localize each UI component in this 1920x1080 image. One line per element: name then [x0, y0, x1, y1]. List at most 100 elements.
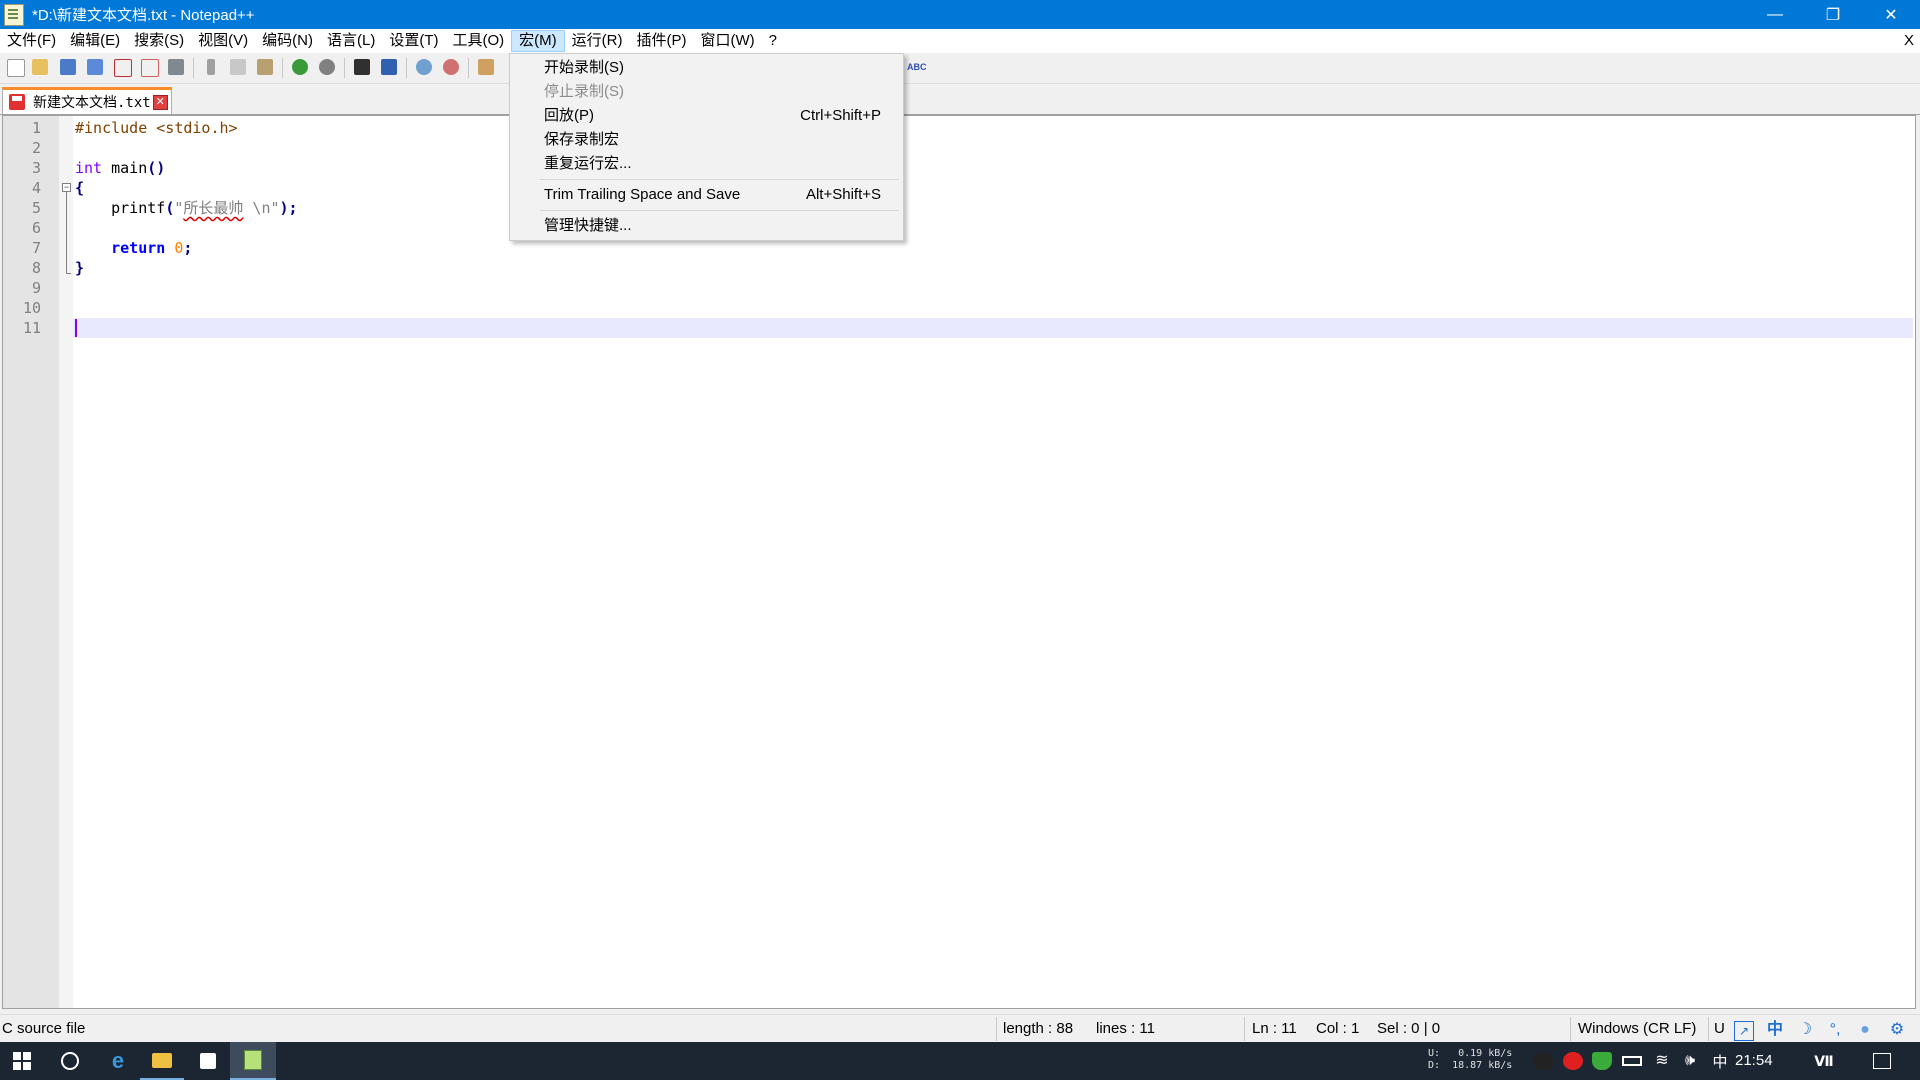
windows-logo-icon	[13, 1052, 31, 1070]
menu-settings[interactable]: 设置(T)	[382, 30, 445, 52]
zoom-out-icon[interactable]	[441, 57, 461, 77]
menu-edit[interactable]: 编辑(E)	[63, 30, 127, 52]
operator: (	[165, 199, 175, 217]
volume-icon[interactable]: 🕪	[1680, 1052, 1700, 1070]
menu-macro[interactable]: 宏(M)	[511, 30, 565, 52]
string-chinese-text: 所长最帅	[183, 199, 244, 217]
restore-button[interactable]: ❐	[1804, 0, 1862, 29]
ime-indicator[interactable]: 中	[1708, 1042, 1732, 1080]
status-selection: Sel : 0 | 0	[1377, 1020, 1441, 1037]
menu-bar: 文件(F) 编辑(E) 搜索(S) 视图(V) 编码(N) 语言(L) 设置(T…	[0, 29, 1920, 53]
menu-item-label: 回放(P)	[544, 107, 594, 124]
line-number: 3	[31, 159, 41, 177]
weibo-icon[interactable]	[1563, 1052, 1583, 1070]
taskbar-notepadpp[interactable]	[230, 1042, 276, 1080]
string-literal: \n"	[243, 199, 280, 217]
ime-toggle-icon[interactable]: ↗	[1734, 1021, 1754, 1041]
line-number: 2	[31, 139, 41, 157]
menu-view[interactable]: 视图(V)	[191, 30, 255, 52]
battery-icon[interactable]	[1622, 1056, 1642, 1066]
line-number: 6	[31, 219, 41, 237]
zoom-in-icon[interactable]	[414, 57, 434, 77]
taskbar: e U: 0.19 kB/s D: 18.87 kB/s ≋ 🕪 中 21:54…	[0, 1042, 1920, 1080]
menu-search[interactable]: 搜索(S)	[127, 30, 191, 52]
cortana-search-button[interactable]	[48, 1042, 92, 1080]
line-number: 11	[22, 319, 41, 337]
menu-item-shortcut-mapper[interactable]: 管理快捷键...	[544, 215, 881, 237]
taskbar-store[interactable]	[186, 1042, 230, 1080]
fold-line	[66, 192, 67, 274]
function-name: printf	[75, 199, 166, 217]
menu-item-playback[interactable]: 回放(P) Ctrl+Shift+P	[544, 105, 881, 127]
tab-document[interactable]: 新建文本文档.txt ✕	[2, 87, 172, 114]
replace-icon[interactable]	[379, 57, 399, 77]
menu-item-label: Trim Trailing Space and Save	[544, 186, 741, 203]
menu-encoding[interactable]: 编码(N)	[255, 30, 320, 52]
taskbar-edge[interactable]: e	[96, 1042, 140, 1080]
ime-user-icon[interactable]: ●	[1856, 1021, 1874, 1039]
menu-plugins[interactable]: 插件(P)	[629, 30, 693, 52]
menu-window[interactable]: 窗口(W)	[693, 30, 761, 52]
minimize-button[interactable]: —	[1746, 0, 1804, 29]
status-line-number: Ln : 11	[1252, 1020, 1297, 1037]
copy-icon[interactable]	[228, 57, 248, 77]
menu-item-run-multiple[interactable]: 重复运行宏...	[544, 153, 881, 175]
identifier: main	[102, 159, 148, 177]
status-length: length : 88	[1003, 1020, 1074, 1037]
menu-item-save-macro[interactable]: 保存录制宏	[544, 129, 881, 151]
code-line-8: }	[75, 258, 84, 278]
code-line-4: {	[75, 178, 84, 198]
status-encoding[interactable]: U	[1714, 1015, 1725, 1043]
paste-icon[interactable]	[255, 57, 275, 77]
undo-icon[interactable]	[290, 57, 310, 77]
status-column: Col : 1	[1316, 1020, 1360, 1037]
close-document-button[interactable]: X	[1904, 29, 1914, 53]
close-window-button[interactable]: ✕	[1862, 0, 1920, 29]
keyword: return	[75, 239, 166, 257]
status-bar: C source file length : 88 lines : 11 Ln …	[0, 1014, 1920, 1043]
sync-scroll-icon[interactable]	[476, 57, 496, 77]
find-icon[interactable]	[352, 57, 372, 77]
close-all-icon[interactable]	[139, 57, 159, 77]
menu-run[interactable]: 运行(R)	[565, 30, 630, 52]
ime-chinese-mode-icon[interactable]: 中	[1766, 1021, 1784, 1039]
taskbar-clock[interactable]: 21:54	[1735, 1042, 1773, 1080]
open-file-icon[interactable]	[30, 57, 50, 77]
notepad-app-icon[interactable]	[4, 3, 24, 26]
new-file-icon[interactable]	[5, 57, 25, 77]
qq-icon[interactable]	[1533, 1052, 1553, 1070]
security-shield-icon[interactable]	[1592, 1052, 1612, 1070]
print-icon[interactable]	[166, 57, 186, 77]
menu-language[interactable]: 语言(L)	[320, 30, 382, 52]
wifi-icon[interactable]: ≋	[1652, 1052, 1672, 1070]
status-language: C source file	[2, 1020, 86, 1037]
tab-close-icon[interactable]: ✕	[152, 94, 168, 110]
action-center-button[interactable]	[1862, 1042, 1902, 1080]
ime-moon-icon[interactable]: ☽	[1796, 1021, 1814, 1039]
status-eol[interactable]: Windows (CR LF)	[1578, 1015, 1696, 1043]
menu-item-start-recording[interactable]: 开始录制(S)	[544, 57, 881, 79]
menu-item-label: 保存录制宏	[544, 131, 620, 148]
save-all-icon[interactable]	[85, 57, 105, 77]
ime-punctuation-icon[interactable]: °,	[1826, 1021, 1844, 1039]
keyword: int	[75, 159, 103, 177]
fold-toggle-icon[interactable]: −	[62, 183, 71, 192]
menu-item-label: 重复运行宏...	[544, 155, 632, 172]
menu-item-trim-trailing[interactable]: Trim Trailing Space and Save Alt+Shift+S	[544, 184, 881, 206]
cut-icon[interactable]	[201, 57, 221, 77]
taskbar-file-explorer[interactable]	[140, 1042, 184, 1080]
editor-area[interactable]: 1 2 3 4 5 6 7 8 9 10 11 − #include <stdi…	[2, 115, 1916, 1009]
close-file-icon[interactable]	[112, 57, 132, 77]
menu-tools[interactable]: 工具(O)	[445, 30, 511, 52]
code-line-1: #include <stdio.h>	[75, 118, 238, 138]
start-button[interactable]	[0, 1042, 44, 1080]
save-icon[interactable]	[58, 57, 78, 77]
menu-file[interactable]: 文件(F)	[0, 30, 63, 52]
spell-check-icon[interactable]: ABC	[905, 57, 927, 77]
ime-settings-gear-icon[interactable]: ⚙	[1888, 1021, 1906, 1039]
menu-help[interactable]: ?	[762, 30, 784, 52]
taskbar-app-indicator-icon[interactable]: Ⅶ	[1806, 1042, 1842, 1080]
redo-icon[interactable]	[317, 57, 337, 77]
code-line-7: return 0;	[75, 238, 192, 258]
line-number: 4	[31, 179, 41, 197]
